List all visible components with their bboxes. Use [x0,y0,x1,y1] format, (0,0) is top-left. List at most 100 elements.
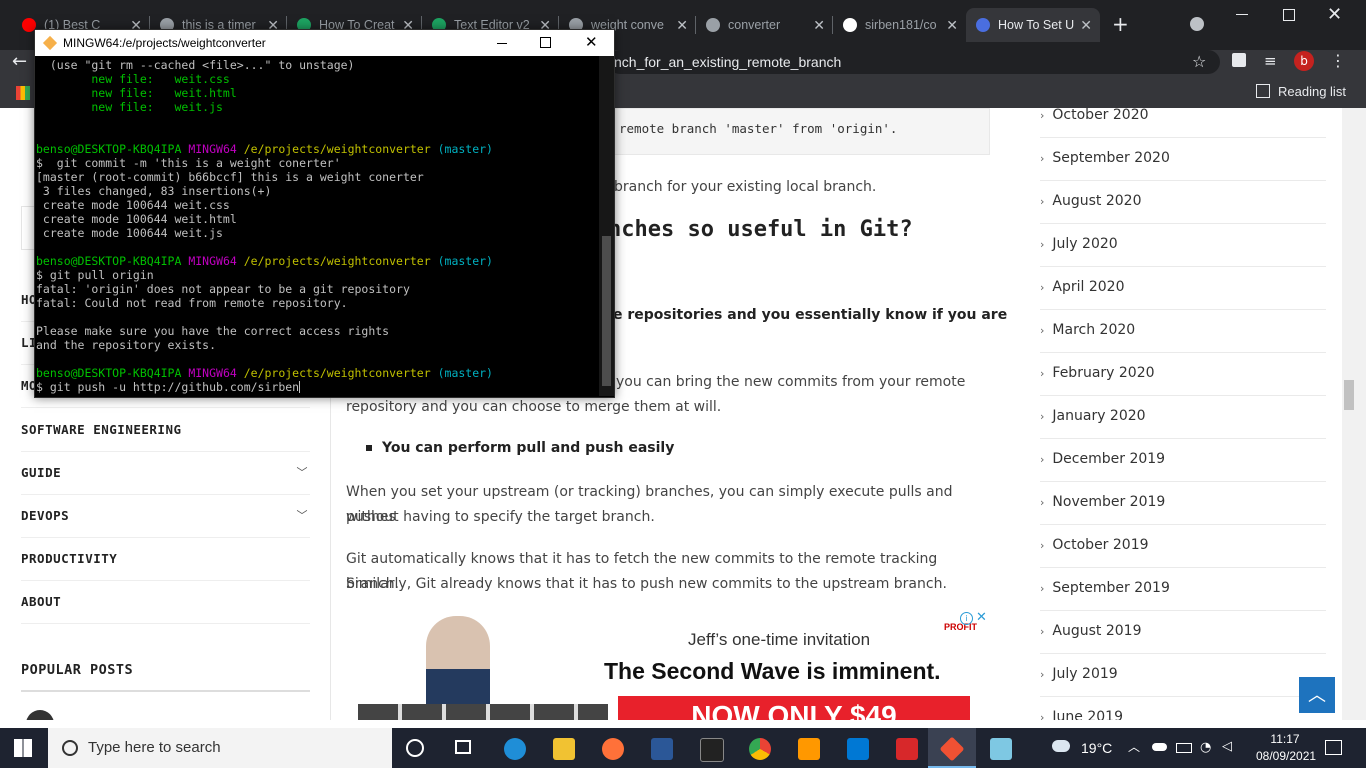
nav-item[interactable]: GUIDE ﹀ [21,451,310,495]
taskbar-search-box[interactable]: Type here to search [48,728,392,768]
tab-close-icon[interactable]: ✕ [813,17,825,34]
archive-link[interactable]: › July 2020 [1040,223,1326,267]
terminal-scrollbar[interactable] [599,56,614,396]
terminal-line: new file: weit.html [36,86,599,100]
tab-favicon-icon [976,18,990,32]
terminal-close-button[interactable]: ✕ [585,30,598,56]
onedrive-icon[interactable] [1152,743,1167,751]
archive-link[interactable]: › February 2020 [1040,352,1326,396]
archive-link[interactable]: › December 2019 [1040,438,1326,482]
terminal-text: MINGW64 [188,254,244,268]
terminal-scrollbar-thumb[interactable] [602,236,611,386]
archive-link[interactable]: › October 2020 [1040,108,1326,138]
archive-link[interactable]: › June 2019 [1040,696,1326,720]
archive-link[interactable]: › August 2020 [1040,180,1326,224]
sublime-text-icon[interactable] [798,738,820,760]
terminal-title-bar[interactable]: MINGW64:/e/projects/weightconverter ✕ [35,30,614,56]
profile-avatar[interactable]: b [1294,51,1314,71]
volume-icon[interactable]: ◁ [1222,739,1232,754]
archive-link[interactable]: › August 2019 [1040,610,1326,654]
cortana-icon[interactable] [406,739,424,757]
archive-link[interactable]: › October 2019 [1040,524,1326,568]
chevron-right-icon: › [1040,238,1045,251]
minimize-button[interactable] [1236,14,1248,15]
terminal-icon[interactable] [700,738,724,762]
back-arrow-icon[interactable]: ← [12,51,27,72]
reading-list-button[interactable]: Reading list [1256,84,1346,99]
weather-temp[interactable]: 19°C [1081,740,1112,756]
scrollbar-thumb[interactable] [1344,380,1354,410]
browser-tab[interactable]: converter ✕ [696,8,833,42]
page-scrollbar[interactable] [1342,108,1366,720]
clock[interactable]: 11:17 08/09/2021 [1256,731,1316,765]
battery-icon[interactable] [1176,743,1192,753]
media-queue-icon[interactable]: ≡ [1264,52,1277,70]
browser-tab[interactable]: sirben181/co ✕ [833,8,966,42]
archive-link[interactable]: › September 2020 [1040,137,1326,181]
acrobat-icon[interactable] [896,738,918,760]
vscode-icon[interactable] [847,738,869,760]
archive-link[interactable]: › March 2020 [1040,309,1326,353]
archive-link[interactable]: › January 2020 [1040,395,1326,439]
file-explorer-icon[interactable] [553,738,575,760]
post-thumbnail[interactable] [26,710,54,720]
terminal-maximize-button[interactable] [540,37,551,48]
notifications-icon[interactable] [1325,740,1342,755]
tab-close-icon[interactable]: ✕ [676,17,688,34]
ad-info-icon[interactable]: i [960,612,973,625]
archive-link[interactable]: › September 2019 [1040,567,1326,611]
maximize-button[interactable] [1283,9,1295,21]
chevron-down-icon[interactable]: ﹀ [297,451,309,494]
archive-link[interactable]: › November 2019 [1040,481,1326,525]
tab-close-icon[interactable]: ✕ [1080,17,1092,34]
weather-icon[interactable] [1052,740,1070,752]
ad-price-banner[interactable]: NOW ONLY $49 [618,696,970,720]
windows-start-icon[interactable] [14,739,32,757]
new-tab-button[interactable]: + [1112,12,1129,36]
archive-link[interactable]: › July 2019 [1040,653,1326,697]
wifi-icon[interactable]: ◔ [1200,740,1211,755]
notepad-icon[interactable] [990,738,1012,760]
search-placeholder: Type here to search [88,739,221,756]
terminal-window[interactable]: MINGW64:/e/projects/weightconverter ✕ (u… [34,29,615,398]
popular-posts-underline [21,690,310,692]
archive-label: December 2019 [1052,451,1166,467]
nav-item[interactable]: DEVOPS ﹀ [21,494,310,538]
bookmark-star-icon[interactable]: ☆ [1192,52,1206,71]
nav-item-label: PRODUCTIVITY [21,551,118,566]
terminal-output[interactable]: (use "git rm --cached <file>..." to unst… [36,56,599,398]
powershell-icon[interactable] [651,738,673,760]
back-to-top-button[interactable]: ︿ [1299,677,1335,713]
advertisement[interactable]: Jeff’s one-time invitation The Second Wa… [358,608,994,720]
terminal-text: benso@DESKTOP-KBQ4IPA [36,366,189,380]
tray-chevron-icon[interactable]: ︿ [1128,738,1140,755]
terminal-text: MINGW64 [188,366,244,380]
ad-devices-image [358,704,608,720]
terminal-line: create mode 100644 weit.js [36,226,599,240]
terminal-minimize-button[interactable] [497,43,507,44]
nav-item[interactable]: PRODUCTIVITY [21,537,310,581]
terminal-text: MINGW64 [188,142,244,156]
chevron-right-icon: › [1040,324,1045,337]
nav-item[interactable]: SOFTWARE ENGINEERING [21,408,310,452]
chevron-down-icon[interactable]: ﹀ [297,494,309,537]
ad-close-icon[interactable]: ✕ [976,610,987,625]
close-window-button[interactable]: ✕ [1327,4,1342,25]
archive-link[interactable]: › April 2020 [1040,266,1326,310]
menu-kebab-icon[interactable]: ⋮ [1330,51,1346,70]
chrome-icon[interactable] [749,738,771,760]
nav-item[interactable]: ABOUT [21,580,310,624]
browser-tab[interactable]: How To Set U ✕ [966,8,1100,42]
apps-grid-icon[interactable] [16,86,30,100]
edge-icon[interactable] [504,738,526,760]
extensions-icon[interactable] [1232,53,1246,67]
terminal-line: fatal: 'origin' does not appear to be a … [36,282,599,296]
firefox-icon[interactable] [602,738,624,760]
terminal-line: Please make sure you have the correct ac… [36,324,599,338]
address-bar[interactable]: nch_for_an_existing_remote_branch [608,50,1220,74]
tab-close-icon[interactable]: ✕ [946,17,958,34]
terminal-cursor [299,381,301,393]
task-view-icon[interactable] [455,740,471,754]
tab-search-icon[interactable] [1190,17,1204,31]
